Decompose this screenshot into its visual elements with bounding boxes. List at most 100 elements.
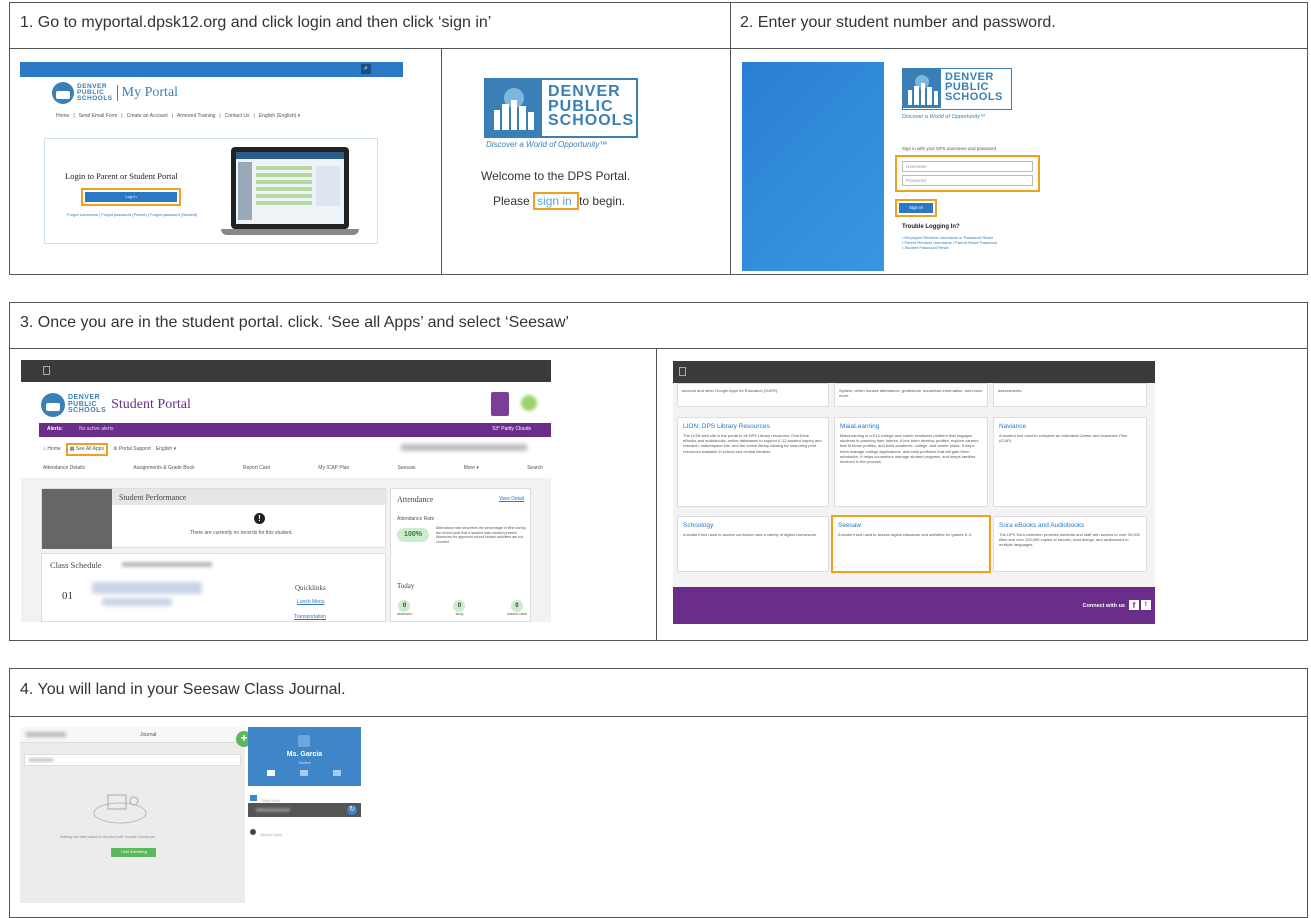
laptop-illustration: [231, 147, 349, 229]
refresh-icon[interactable]: ↻: [347, 805, 357, 815]
tab-report-card[interactable]: Report Card: [243, 465, 270, 472]
add-something-button[interactable]: + Add Something: [111, 848, 156, 857]
schedule-card: Class Schedule 01 Quicklinks Lunch Menu …: [41, 553, 386, 622]
nav-create-account[interactable]: Create an Account: [127, 113, 168, 120]
trouble-links: • Employee Retrieve Username or Password…: [902, 235, 997, 251]
student-portal-logo: DENVER PUBLIC SCHOOLS Student Portal: [41, 393, 191, 417]
trouble-heading: Trouble Logging In?: [902, 224, 960, 230]
language-select[interactable]: English ▾: [156, 446, 176, 453]
teacher-name: Ms. Garcia: [286, 751, 323, 758]
brand-line-3: SCHOOLS: [945, 91, 1003, 104]
home-link[interactable]: ⌂ Home: [43, 446, 61, 453]
today-counts: 0 absences 0 tardy 0 missed class: [397, 600, 527, 617]
sign-in-line: Please sign in to begin.: [493, 192, 625, 210]
welcome-logo: DENVER PUBLIC SCHOOLS: [484, 78, 638, 138]
no-records-text: There are currently no records for this …: [190, 530, 293, 536]
sign-in-link[interactable]: sign in: [537, 194, 572, 208]
selected-class-bar[interactable]: ↻: [248, 803, 361, 817]
sidebar-tabs: [254, 770, 354, 776]
app-desc: A student tool used to access curriculum…: [683, 532, 818, 537]
twitter-icon[interactable]: t: [1141, 600, 1151, 610]
apps-screenshot: account and other Google Apps for Educat…: [673, 361, 1155, 624]
see-all-apps-button[interactable]: ▦ See All Apps: [65, 443, 108, 456]
tab-search[interactable]: Search: [527, 465, 543, 472]
attendance-rate-label: Attendance Rate: [397, 516, 435, 522]
app-title: Seesaw: [838, 522, 862, 529]
app-desc: The LION web site is the portal to all D…: [683, 433, 822, 454]
app-title: Sora eBooks and Audiobooks: [999, 522, 1085, 529]
quicklink-lunch-menu[interactable]: Lunch Menu: [297, 599, 325, 606]
tab-assignments[interactable]: Assignments & Grade Book: [133, 465, 194, 472]
tab-settings-icon[interactable]: [333, 770, 342, 776]
app-desc: A student tool used to complete an Indiv…: [999, 433, 1128, 444]
seesaw-sidebar: Ms. Garcia Student Class name ↻ Student …: [248, 727, 361, 903]
laptop-base: [221, 229, 359, 235]
portal-toolbar: ⌂ Home ▦ See All Apps ⚙ Portal Support E…: [43, 443, 176, 456]
search-icon[interactable]: ⌕: [361, 64, 371, 74]
trouble-link-student[interactable]: • Student Password Reset: [902, 245, 997, 250]
app-desc: MaiaLearning is a K12 college and career…: [840, 433, 979, 464]
weather: 53° Partly Clouds: [492, 426, 531, 432]
quicklinks-title: Quicklinks: [295, 584, 326, 592]
app-card-maialearning[interactable]: MaiaLearning MaiaLearning is a K12 colle…: [834, 417, 988, 507]
my-portal-screenshot: ⌕ DENVER PUBLIC SCHOOLS My Portal Home |…: [20, 62, 403, 244]
tab-seesaw[interactable]: Seesaw: [398, 465, 416, 472]
tab-students-icon[interactable]: [299, 770, 308, 776]
info-icon: !: [254, 513, 265, 524]
portal-top-bar: ⌕: [20, 62, 403, 77]
alerts-bar: Alerts: No active alerts 53° Partly Clou…: [39, 423, 551, 437]
password-field[interactable]: Password: [902, 175, 1033, 186]
login-panel: Login to Parent or Student Portal Log In…: [44, 138, 378, 244]
nav-send-email[interactable]: Send Email Form: [79, 113, 118, 120]
login-button[interactable]: Log In: [85, 192, 177, 202]
step2-title: 2. Enter your student number and passwor…: [740, 14, 1056, 31]
portal-support-link[interactable]: ⚙ Portal Support: [113, 446, 151, 453]
login-button-highlight: Log In: [81, 188, 181, 206]
credentials-highlight: Username Password: [895, 155, 1040, 192]
journal-filter-bar[interactable]: [24, 754, 241, 766]
app-card-naviance[interactable]: Naviance A student tool used to complete…: [993, 417, 1147, 507]
student-item[interactable]: Student name: [250, 823, 359, 837]
tab-icap[interactable]: My ICAP Plan: [318, 465, 349, 472]
login-heading: Login to Parent or Student Portal: [65, 171, 178, 181]
app-card-schoology[interactable]: Schoology A student tool used to access …: [677, 516, 829, 572]
app-card-infinite-campus[interactable]: System, which houses attendance, gradebo…: [834, 383, 988, 407]
forgot-links[interactable]: Forgot Username | Forgot password (Paren…: [67, 212, 197, 217]
tab-more[interactable]: More ▾: [464, 465, 479, 472]
app-card-seesaw[interactable]: Seesaw A student tool used to access dig…: [831, 515, 991, 573]
student-portal-screenshot: DENVER PUBLIC SCHOOLS Student Portal Ale…: [21, 360, 551, 622]
app-card-lion[interactable]: LION: DPS Library Resources The LION web…: [677, 417, 829, 507]
attendance-note: Attendance rate describes the percentage…: [436, 526, 526, 545]
class-item[interactable]: Class name: [250, 789, 359, 803]
column-divider: [730, 2, 731, 275]
username-field[interactable]: Username: [902, 161, 1033, 172]
student-photo: [42, 489, 112, 549]
browser-top-bar: [673, 361, 1155, 383]
facebook-icon[interactable]: f: [1129, 600, 1139, 610]
nav-language[interactable]: English (English) ▾: [259, 113, 300, 120]
tab-attendance[interactable]: Attendance Details: [43, 465, 85, 472]
book-icon[interactable]: [491, 392, 509, 416]
username-placeholder: Username: [906, 164, 927, 169]
tab-classes-icon[interactable]: [266, 770, 275, 776]
tagline: Discover a World of Opportunity™: [486, 140, 608, 149]
blue-side-panel: [742, 62, 884, 271]
avatar[interactable]: [521, 395, 537, 411]
nav-training[interactable]: Armored Training: [177, 113, 215, 120]
sign-in-button[interactable]: Sign In: [899, 203, 933, 213]
nav-contact[interactable]: Contact Us: [225, 113, 250, 120]
app-card-assessments[interactable]: assessments.: [993, 383, 1147, 407]
teacher-header: Ms. Garcia Student: [248, 727, 361, 786]
app-title: Naviance: [999, 423, 1027, 430]
count-missed-class: 0 missed class: [507, 600, 527, 617]
step3-title: 3. Once you are in the student portal. c…: [20, 314, 570, 331]
connect-text: Connect with us: [1082, 603, 1125, 609]
count-absences: 0 absences: [397, 600, 412, 617]
app-card-sora[interactable]: Sora eBooks and Audiobooks The DPS Sora …: [993, 516, 1147, 572]
portal-logo: DENVER PUBLIC SCHOOLS My Portal: [52, 82, 178, 104]
view-detail-link[interactable]: View Detail: [499, 496, 524, 503]
quicklink-transportation[interactable]: Transportation: [294, 614, 326, 621]
nav-home[interactable]: Home: [56, 113, 69, 120]
app-card-gafe[interactable]: account and other Google Apps for Educat…: [677, 383, 829, 407]
brand-line-3: SCHOOLS: [548, 112, 635, 130]
